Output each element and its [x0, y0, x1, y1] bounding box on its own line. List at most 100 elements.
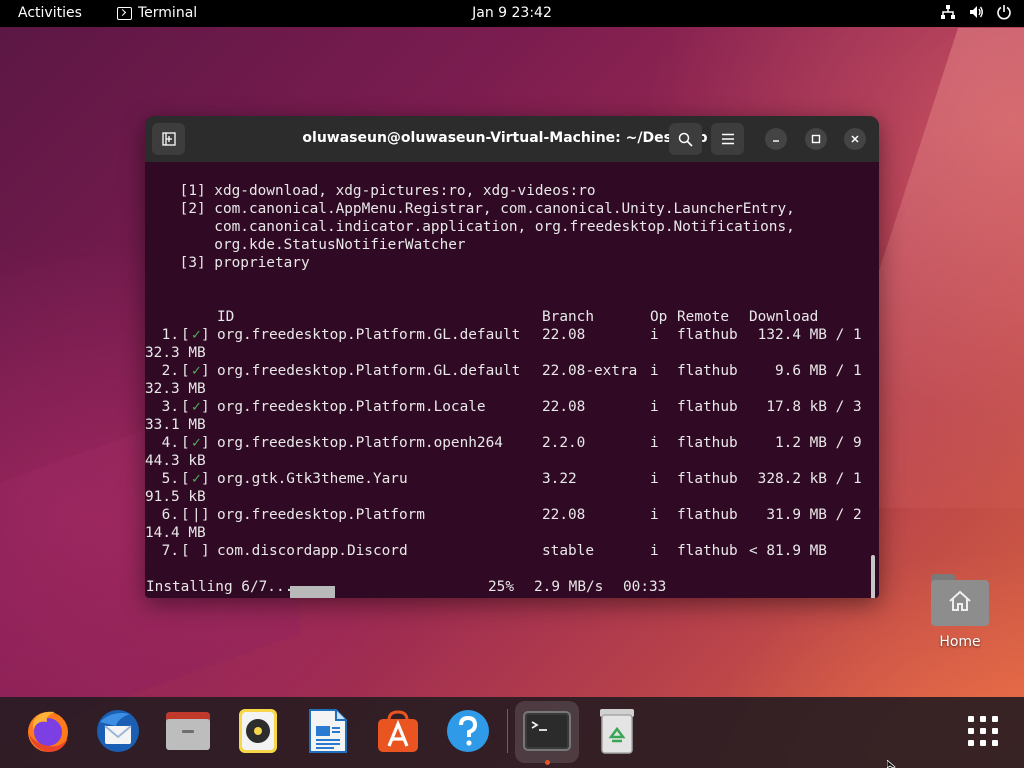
- dock-thunderbird[interactable]: [94, 707, 142, 755]
- system-tray[interactable]: [940, 4, 1012, 20]
- libreoffice-writer-icon: [309, 709, 347, 753]
- minimize-button[interactable]: [765, 128, 787, 150]
- app-center-icon: [378, 710, 418, 752]
- output-line: com.canonical.indicator.application, org…: [145, 219, 795, 235]
- bracket-close: ]: [201, 507, 210, 523]
- dock-app-center[interactable]: [374, 707, 422, 755]
- close-button[interactable]: [844, 128, 866, 150]
- output-line: [3] proprietary: [145, 255, 310, 271]
- row-remote: flathub: [677, 327, 738, 343]
- row-op: i: [650, 471, 659, 487]
- row-branch: 22.08: [542, 507, 586, 523]
- row-status: ✓: [192, 363, 201, 379]
- table-row: 1.[✓] org.freedesktop.Platform.GL.default…: [145, 326, 879, 344]
- bracket-open: [: [181, 435, 190, 451]
- row-status: ✓: [192, 399, 201, 415]
- clock[interactable]: Jan 9 23:42: [472, 5, 552, 21]
- row-op: i: [650, 435, 659, 451]
- row-status: [192, 542, 201, 560]
- row-download-wrap: 14.4 MB: [145, 525, 206, 541]
- dock-firefox[interactable]: [24, 707, 72, 755]
- row-op: i: [650, 327, 659, 343]
- search-button[interactable]: [669, 123, 702, 155]
- output-line: org.kde.StatusNotifierWatcher: [145, 237, 466, 253]
- row-download-wrap: 32.3 MB: [145, 345, 206, 361]
- row-download-wrap: 33.1 MB: [145, 417, 206, 433]
- row-status: |: [192, 507, 201, 523]
- status-eta: 00:33: [623, 579, 667, 595]
- app-menu[interactable]: Terminal: [117, 5, 197, 21]
- row-number: 1.: [153, 327, 179, 343]
- row-op: i: [650, 543, 659, 559]
- table-header: ID Branch Op Remote Download: [145, 308, 879, 326]
- dock-rhythmbox[interactable]: [234, 707, 282, 755]
- row-download: 328.2 kB / 1: [749, 471, 862, 487]
- row-op: i: [650, 507, 659, 523]
- minimize-icon: [773, 140, 779, 142]
- row-id: org.freedesktop.Platform: [217, 507, 425, 523]
- row-remote: flathub: [677, 363, 738, 379]
- bracket-open: [: [181, 399, 190, 415]
- row-branch: 22.08: [542, 327, 586, 343]
- maximize-button[interactable]: [805, 128, 827, 150]
- files-icon: [166, 712, 210, 750]
- home-label: Home: [939, 634, 981, 650]
- table-row: 5.[✓] org.gtk.Gtk3theme.Yaru 3.22 i flathub …: [145, 470, 879, 488]
- thunderbird-icon: [97, 710, 139, 752]
- row-download: 17.8 kB / 3: [749, 399, 862, 415]
- dock: [0, 697, 1024, 768]
- bracket-open: [: [181, 327, 190, 343]
- new-tab-button[interactable]: [152, 123, 185, 155]
- row-status: ✓: [192, 327, 201, 343]
- activities-button[interactable]: Activities: [18, 5, 82, 21]
- row-id: com.discordapp.Discord: [217, 543, 408, 559]
- row-branch: 2.2.0: [542, 435, 586, 451]
- bracket-close: ]: [201, 471, 210, 487]
- home-folder[interactable]: Home: [930, 574, 990, 650]
- dock-show-apps[interactable]: [959, 707, 1007, 755]
- row-status: ✓: [192, 435, 201, 451]
- dock-help[interactable]: [444, 707, 492, 755]
- header-id: ID: [217, 309, 235, 325]
- row-remote: flathub: [677, 399, 738, 415]
- row-op: i: [650, 399, 659, 415]
- maximize-icon: [811, 134, 821, 144]
- table-row: 4.[✓] org.freedesktop.Platform.openh264 2.…: [145, 434, 879, 452]
- row-number: 2.: [153, 363, 179, 379]
- row-branch: stable: [542, 543, 594, 559]
- dock-files[interactable]: [164, 707, 212, 755]
- row-number: 7.: [153, 543, 179, 559]
- hamburger-icon: [721, 133, 734, 145]
- trash-icon: [600, 709, 634, 754]
- dock-writer[interactable]: [304, 707, 352, 755]
- row-download: 1.2 MB / 9: [749, 435, 862, 451]
- bracket-open: [: [181, 543, 190, 559]
- table-row: 2.[✓] org.freedesktop.Platform.GL.default…: [145, 362, 879, 380]
- header-download: Download: [749, 309, 819, 325]
- dock-terminal[interactable]: [523, 707, 571, 755]
- dock-trash[interactable]: [593, 707, 641, 755]
- row-remote: flathub: [677, 435, 738, 451]
- row-branch: 3.22: [542, 471, 577, 487]
- header-branch: Branch: [542, 309, 594, 325]
- terminal-icon: [523, 711, 571, 751]
- row-id: org.freedesktop.Platform.GL.default: [217, 363, 521, 379]
- row-download: 31.9 MB / 2: [749, 507, 862, 523]
- row-id: org.freedesktop.Platform.Locale: [217, 399, 486, 415]
- scrollbar[interactable]: [871, 555, 875, 598]
- help-icon: [447, 710, 489, 752]
- row-remote: flathub: [677, 543, 738, 559]
- row-number: 6.: [153, 507, 179, 523]
- status-percent: 25%: [488, 579, 514, 595]
- bracket-close: ]: [201, 327, 210, 343]
- bracket-close: ]: [201, 399, 210, 415]
- dock-separator: [507, 709, 508, 753]
- app-menu-label: Terminal: [138, 5, 198, 21]
- terminal-window[interactable]: oluwaseun@oluwaseun-Virtual-Machine: ~/D…: [145, 116, 879, 598]
- title-bar[interactable]: oluwaseun@oluwaseun-Virtual-Machine: ~/D…: [145, 116, 879, 162]
- menu-button[interactable]: [711, 123, 744, 155]
- row-remote: flathub: [677, 471, 738, 487]
- terminal-output[interactable]: [1] xdg-download, xdg-pictures:ro, xdg-v…: [145, 162, 879, 598]
- table-row: 6.[|] org.freedesktop.Platform 22.08 i flath…: [145, 506, 879, 524]
- progress-bar: [290, 586, 335, 598]
